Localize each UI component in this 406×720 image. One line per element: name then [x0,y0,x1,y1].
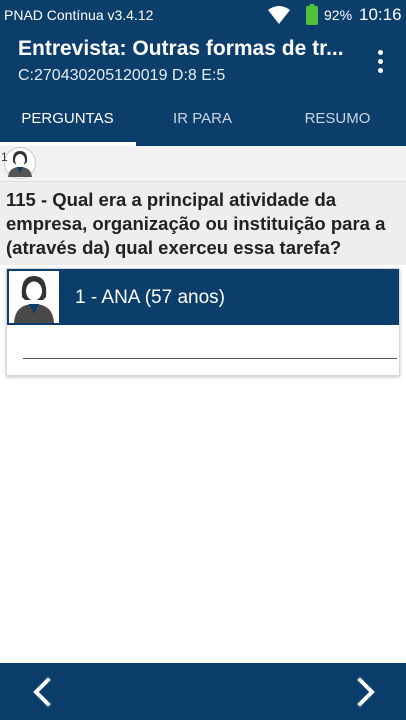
person-number: 1 [1,150,8,164]
person-strip: 1 [0,146,406,182]
answer-input[interactable] [23,358,397,359]
status-clock: 10:16 [359,5,402,24]
battery-percent: 92% [324,7,353,23]
interview-code: C:270430205120019 D:8 E:5 [18,67,226,84]
chevron-left-icon[interactable] [26,675,60,709]
person-avatar-icon [9,271,59,323]
question-text: 115 - Qual era a principal atividade da … [0,182,406,265]
status-app-label: PNAD Contínua v3.4.12 [4,7,154,23]
person-label: 1 - ANA (57 anos) [75,287,225,308]
answer-card: 1 - ANA (57 anos) [6,268,400,376]
person-avatar-icon [4,147,36,179]
status-bar: PNAD Contínua v3.4.12 92% 10:16 [0,0,406,30]
app-bar: Entrevista: Outras formas de tr... C:270… [0,30,406,94]
tab-resumo[interactable]: RESUMO [270,94,405,146]
wifi-icon [268,6,290,24]
tab-bar: PERGUNTAS IR PARA RESUMO [0,94,406,146]
more-vert-icon[interactable] [370,48,390,76]
chevron-right-icon[interactable] [348,675,382,709]
person-header: 1 - ANA (57 anos) [7,269,399,325]
battery-icon [306,4,318,25]
page-title: Entrevista: Outras formas de tr... [18,37,344,60]
tab-ir-para[interactable]: IR PARA [135,94,270,146]
bottom-nav-bar [0,663,406,720]
tab-perguntas[interactable]: PERGUNTAS [0,94,135,146]
